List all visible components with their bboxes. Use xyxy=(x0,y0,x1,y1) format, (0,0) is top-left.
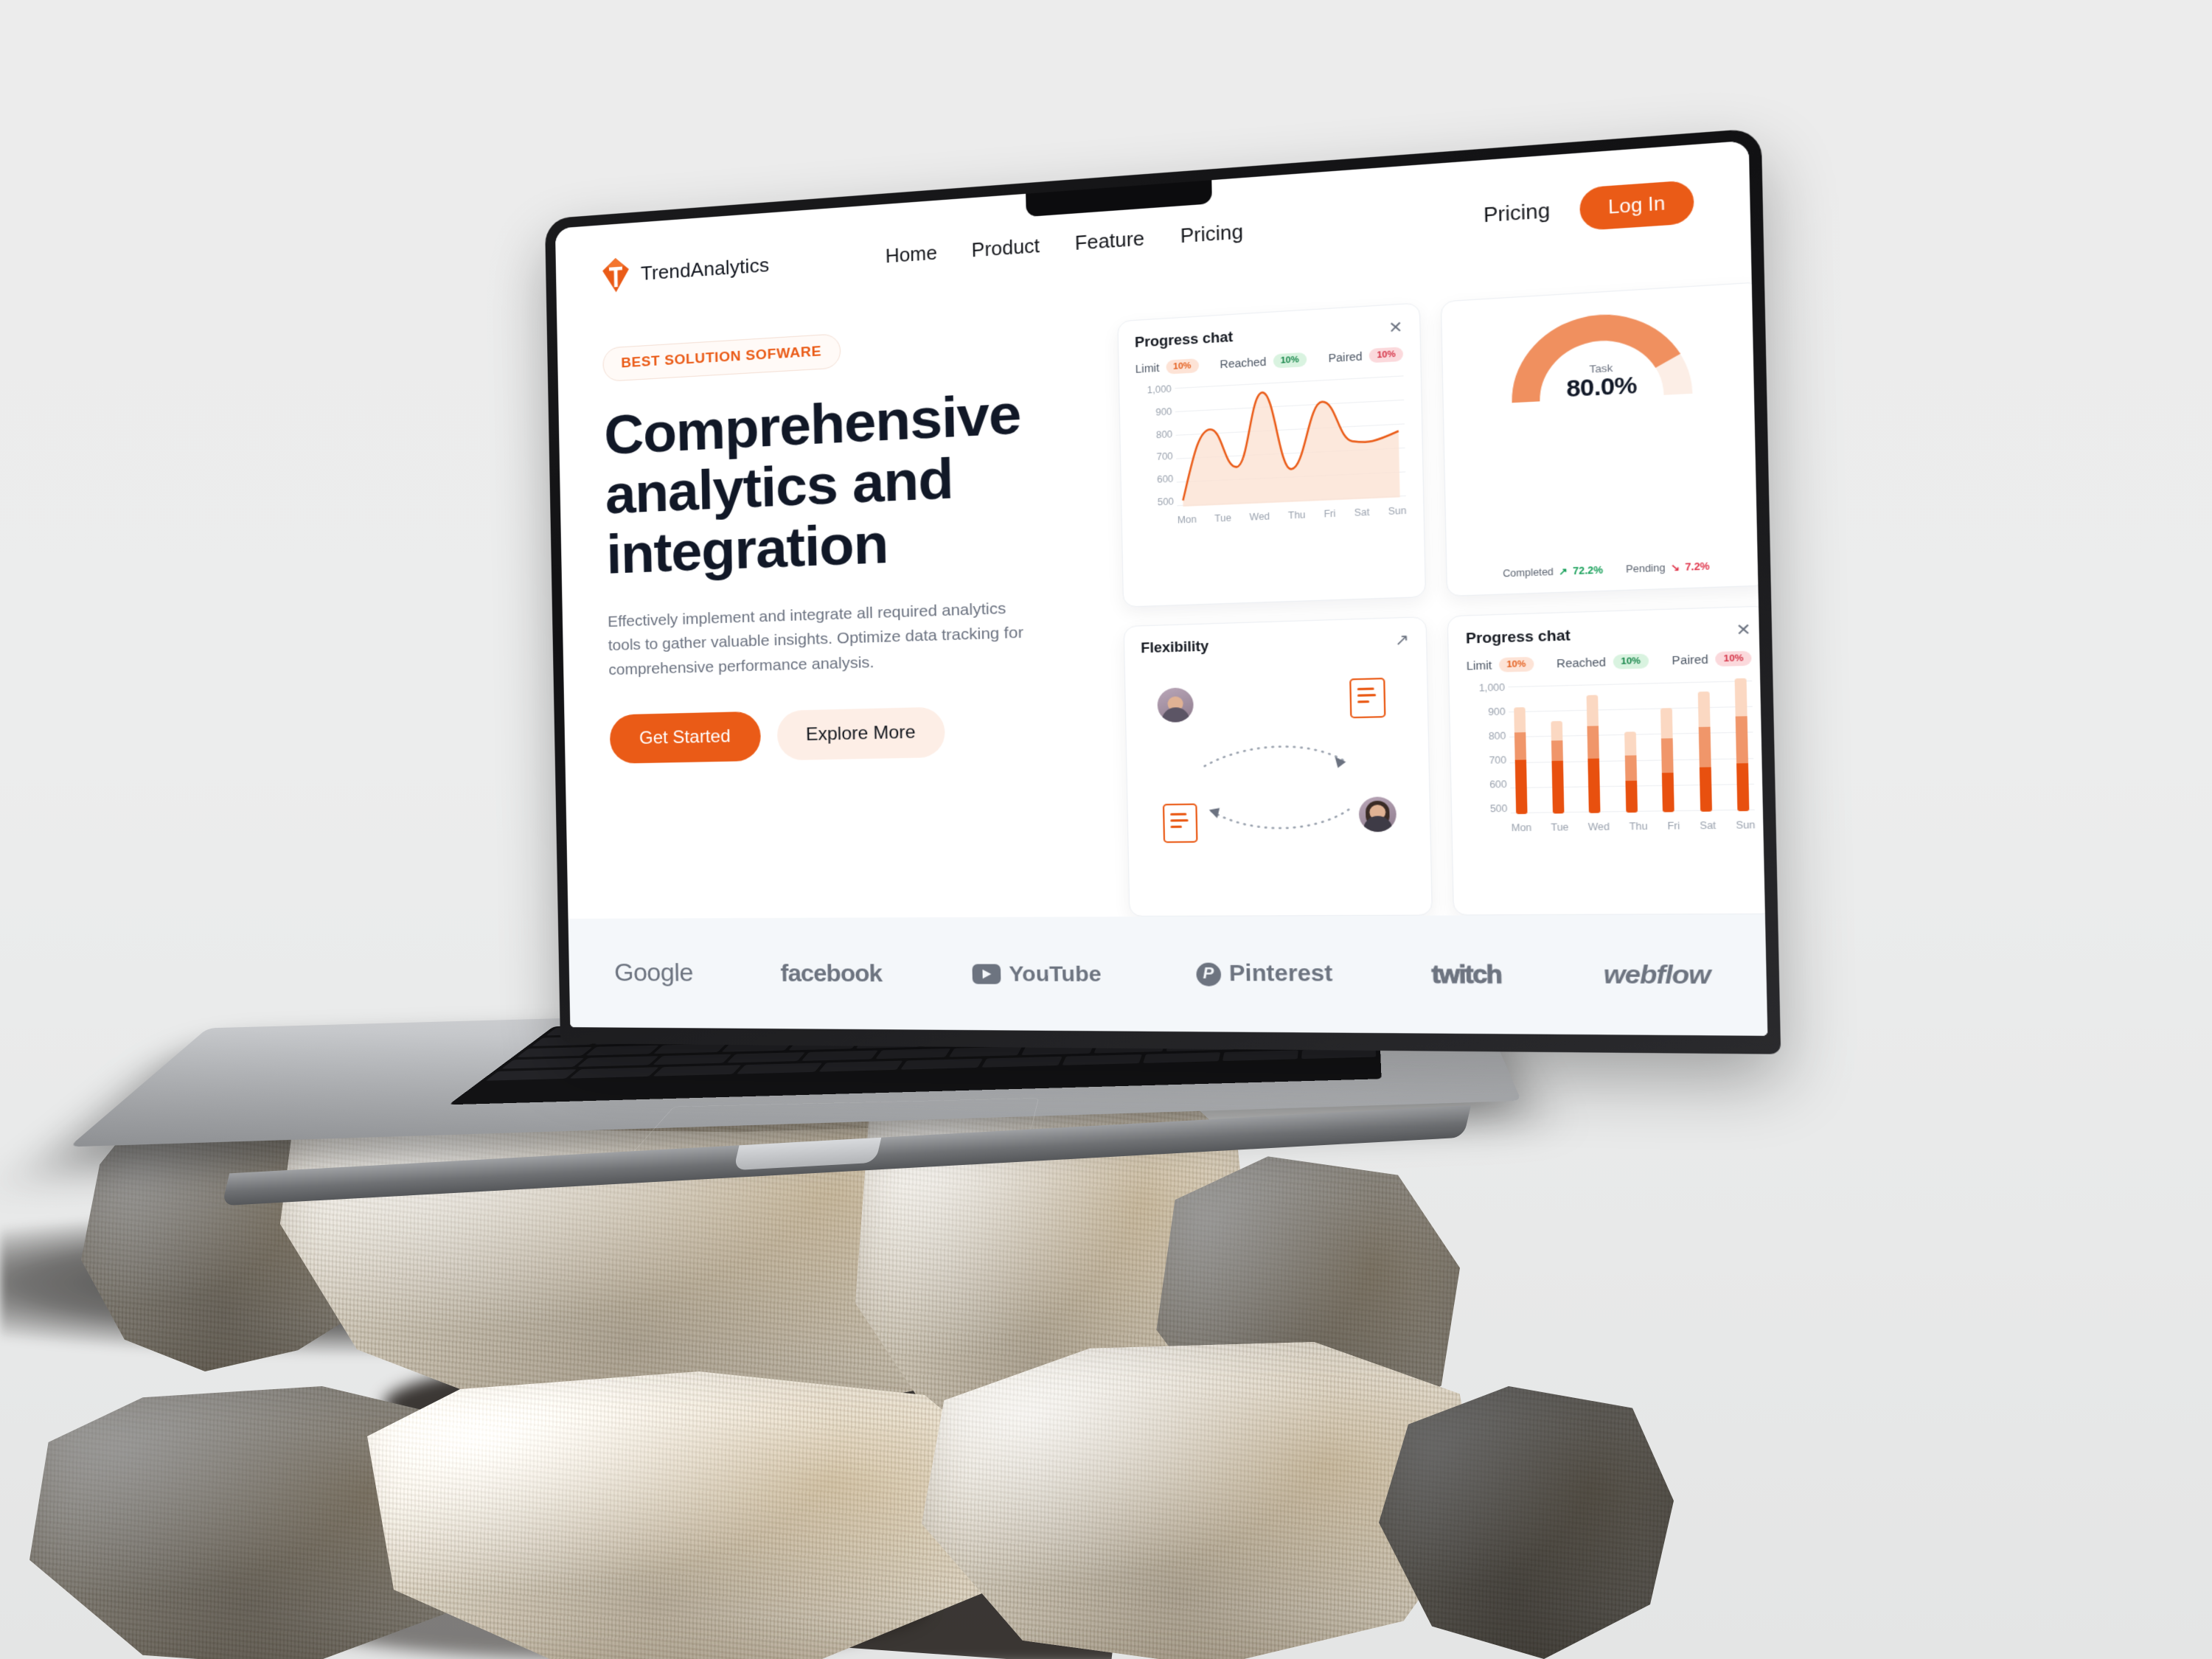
mockup-scene: TrendAnalytics Home Product Feature Pric… xyxy=(0,0,2212,1659)
rock-bottom-middle xyxy=(367,1371,1018,1659)
